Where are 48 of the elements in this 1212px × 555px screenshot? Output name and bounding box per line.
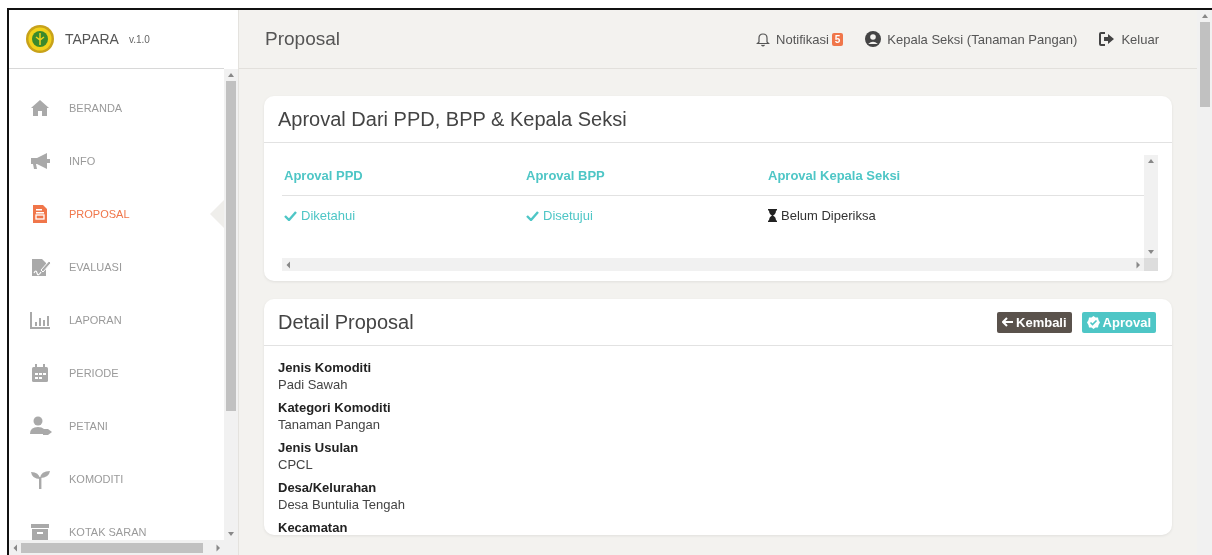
- column-header: Aproval Kepala Seksi: [766, 155, 1144, 196]
- check-badge-icon: [1086, 315, 1100, 329]
- emblem-logo: [25, 24, 55, 54]
- notification-count-badge: 5: [831, 32, 844, 46]
- field-value: CPCL: [278, 457, 314, 472]
- sidebar-item[interactable]: INFO: [9, 134, 224, 187]
- scrollbar-thumb[interactable]: [1199, 22, 1210, 107]
- scrollbar-thumb[interactable]: [21, 542, 203, 553]
- check-icon: [526, 209, 539, 221]
- check-icon: [284, 209, 297, 221]
- logout-icon: [1099, 32, 1116, 46]
- status-cell: Diketahui: [282, 196, 524, 234]
- user-tag-icon: [29, 414, 52, 437]
- field-value: Tanaman Pangan: [278, 417, 381, 432]
- sidebar-item[interactable]: PETANI: [9, 399, 224, 452]
- hourglass-icon: [768, 208, 777, 222]
- user-menu[interactable]: Kepala Seksi (Tanaman Pangan): [865, 31, 1078, 47]
- user-circle-icon: [865, 31, 882, 47]
- field-label: Jenis Komoditi: [278, 360, 373, 375]
- field-label: Jenis Usulan: [278, 440, 360, 455]
- sidebar-item[interactable]: EVALUASI: [9, 240, 224, 293]
- field-value: Padi Sawah: [278, 377, 349, 392]
- column-header: Aproval PPD: [282, 155, 524, 196]
- approve-button[interactable]: Aproval: [1081, 311, 1156, 333]
- sidebar-item[interactable]: KOTAK SARAN: [9, 505, 224, 540]
- card-title: Detail Proposal: [278, 310, 415, 334]
- scrollbar-thumb[interactable]: [226, 81, 236, 411]
- sidebar-item[interactable]: BERANDA: [9, 81, 224, 134]
- back-button[interactable]: Kembali: [997, 311, 1072, 333]
- notification-link[interactable]: Notifikasi 5: [756, 31, 844, 47]
- column-header: Aproval BPP: [524, 155, 766, 196]
- sidebar-item[interactable]: PERIODE: [9, 346, 224, 399]
- sidebar-item[interactable]: LAPORAN: [9, 293, 224, 346]
- logout-link[interactable]: Keluar: [1099, 31, 1159, 47]
- app-version: v.1.0: [128, 33, 150, 45]
- app-name: TAPARA: [65, 31, 119, 47]
- left-arrow-icon: [1002, 317, 1013, 327]
- bell-icon: [756, 31, 771, 47]
- page-title: Proposal: [265, 28, 341, 50]
- field-value: Desa Buntulia Tengah: [278, 497, 406, 512]
- field-label: Kategori Komoditi: [278, 400, 392, 415]
- field-label: Kecamatan: [278, 520, 349, 535]
- field-label: Desa/Kelurahan: [278, 480, 378, 495]
- status-cell: Disetujui: [524, 196, 766, 234]
- card-title: Aproval Dari PPD, BPP & Kepala Seksi: [278, 107, 628, 131]
- status-cell: Belum Diperiksa: [766, 196, 1144, 234]
- sidebar-item[interactable]: KOMODITI: [9, 452, 224, 505]
- scrollbar-corner: [1144, 258, 1158, 271]
